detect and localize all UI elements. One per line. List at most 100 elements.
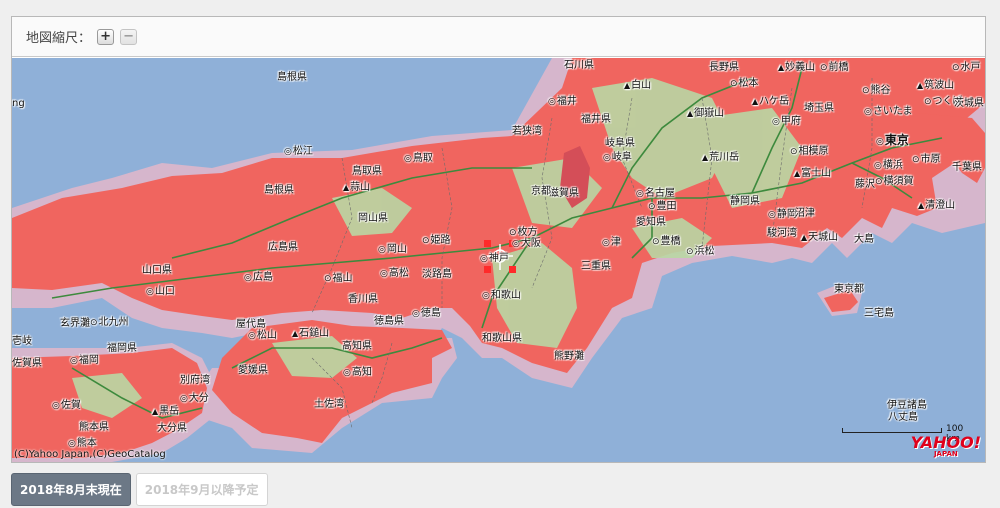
map-label: 埼玉県 [804, 103, 834, 114]
map-label: 山口県 [142, 265, 172, 276]
map-label: 若狭湾 [512, 126, 542, 137]
map-label: 岐阜 [603, 152, 632, 164]
map-label: 鳥取県 [352, 166, 382, 177]
map-label: 岐阜県 [605, 138, 635, 149]
yahoo-logo: YAHOO! JAPAN [911, 435, 981, 459]
zoom-label: 地図縮尺： [26, 31, 92, 46]
map-label: 福山 [324, 273, 353, 285]
map-label: 三重県 [581, 261, 611, 272]
map-label: 松江 [284, 146, 313, 158]
map-label: 佐賀 [52, 400, 81, 412]
map-label: 石鎚山 [292, 328, 329, 340]
map-label: 蒜山 [343, 182, 370, 194]
map-label: 静岡 [768, 209, 797, 221]
map-label: 沼津 [795, 208, 815, 219]
date-toggle: 2018年8月末現在 2018年9月以降予定 [11, 473, 268, 506]
map-label: 愛媛県 [238, 365, 268, 376]
map-label: 天城山 [801, 232, 838, 244]
map-label: 白山 [624, 80, 651, 92]
map-label: 島根県 [277, 72, 307, 83]
zoom-out-button[interactable]: − [120, 28, 138, 45]
map-label: 長野県 [709, 62, 739, 73]
map-label: 淡路島 [422, 269, 452, 280]
map-label: 東京 [876, 134, 909, 148]
map-label: 千葉県 [952, 162, 982, 173]
map-label: 東京都 [834, 284, 864, 295]
map-label: 姫路 [422, 235, 451, 247]
map-label: 前橋 [820, 62, 849, 74]
map-label: 筑波山 [917, 80, 954, 92]
zoom-in-button[interactable]: + [97, 28, 115, 45]
map-label: 松本 [730, 78, 759, 90]
map-label: さいたま [864, 106, 913, 118]
map-label: 伊豆諸島 [887, 400, 927, 411]
map-label: 和歌山県 [482, 333, 522, 344]
planned-coverage-button[interactable]: 2018年9月以降予定 [135, 473, 268, 506]
map-label: 水戸 [952, 62, 981, 74]
map-label: 別府湾 [180, 375, 210, 386]
map-label: 高知県 [342, 341, 372, 352]
map-label: 玄界灘 [60, 318, 90, 329]
map-label: 高知 [343, 367, 372, 379]
map-label: 福岡 [70, 355, 99, 367]
map-label: 広島県 [268, 242, 298, 253]
map-label: 大分県 [157, 423, 187, 434]
map-copyright: (C)Yahoo Japan,(C)GeoCatalog [14, 449, 166, 460]
map-label: 北九州 [90, 317, 129, 329]
map-label: 名古屋 [636, 188, 675, 200]
map-label: 妙義山 [778, 62, 815, 74]
map-label: 八丈島 [888, 412, 918, 423]
map-label: 福岡県 [107, 343, 137, 354]
map-label: 徳島県 [374, 316, 404, 327]
map-label: 豊橋 [652, 236, 681, 248]
map-label: 静岡県 [730, 196, 760, 207]
map-label: 香川県 [348, 294, 378, 305]
map-label: 滋賀県 [549, 188, 579, 199]
map-label: 藤沢 [855, 179, 875, 190]
map-label: 茨城県 [954, 98, 984, 109]
map-label: 甲府 [772, 116, 801, 128]
map-label: 熊野灘 [554, 351, 584, 362]
map-label: 熊谷 [862, 85, 891, 97]
map-label: 松山 [248, 330, 277, 342]
map-label: 土佐湾 [314, 399, 344, 410]
map-label: 富士山 [794, 168, 831, 180]
map-label: 福井県 [581, 114, 611, 125]
zoom-bar: 地図縮尺： + − [12, 17, 985, 57]
map-label: 横須賀 [875, 176, 914, 188]
current-coverage-button[interactable]: 2018年8月末現在 [11, 473, 131, 506]
coverage-map[interactable]: 石川県長野県妙義山前橋水戸島根県白山松本熊谷筑波山ng福井御嶽山ハケ岳埼玉県つく… [12, 58, 985, 462]
map-label: 市原 [912, 154, 941, 166]
map-label: 熊本県 [79, 422, 109, 433]
map-label: 和歌山 [482, 290, 521, 302]
map-label: 広島 [244, 272, 273, 284]
map-label: 荒川岳 [702, 152, 739, 164]
map-label: 鳥取 [404, 153, 433, 165]
map-label: ng [12, 98, 25, 109]
map-label: 高松 [380, 268, 409, 280]
map-frame: 地図縮尺： + − 石川県 長野県 ▲ 妙義山 ⊙ 前橋 ⊙ 水戸 島根県 ▲ … [11, 16, 986, 463]
map-label: 壱岐 [12, 336, 32, 347]
map-label: 神戸 [480, 253, 509, 265]
map-label: 佐賀県 [12, 358, 42, 369]
map-label: 黒岳 [152, 406, 179, 418]
map-label: ハケ岳 [752, 96, 789, 108]
map-label: 岡山県 [358, 213, 388, 224]
map-label: 豊田 [648, 201, 677, 213]
map-label: 山口 [146, 286, 175, 298]
map-label: 横浜 [874, 160, 903, 172]
map-label: 津 [602, 237, 621, 249]
map-label: 福井 [548, 96, 577, 108]
map-label: 島根県 [264, 185, 294, 196]
map-label: 相模原 [790, 146, 829, 158]
map-label: 大阪 [512, 238, 541, 250]
map-label: 岡山 [378, 244, 407, 256]
map-label: 愛知県 [636, 217, 666, 228]
map-label: 浜松 [686, 246, 715, 258]
map-label: 徳島 [412, 308, 441, 320]
map-label: 大島 [854, 234, 874, 245]
map-label: 清澄山 [918, 200, 955, 212]
map-label: 京都 [531, 186, 551, 197]
map-label: 石川県 [564, 60, 594, 71]
map-label: 大分 [180, 393, 209, 405]
